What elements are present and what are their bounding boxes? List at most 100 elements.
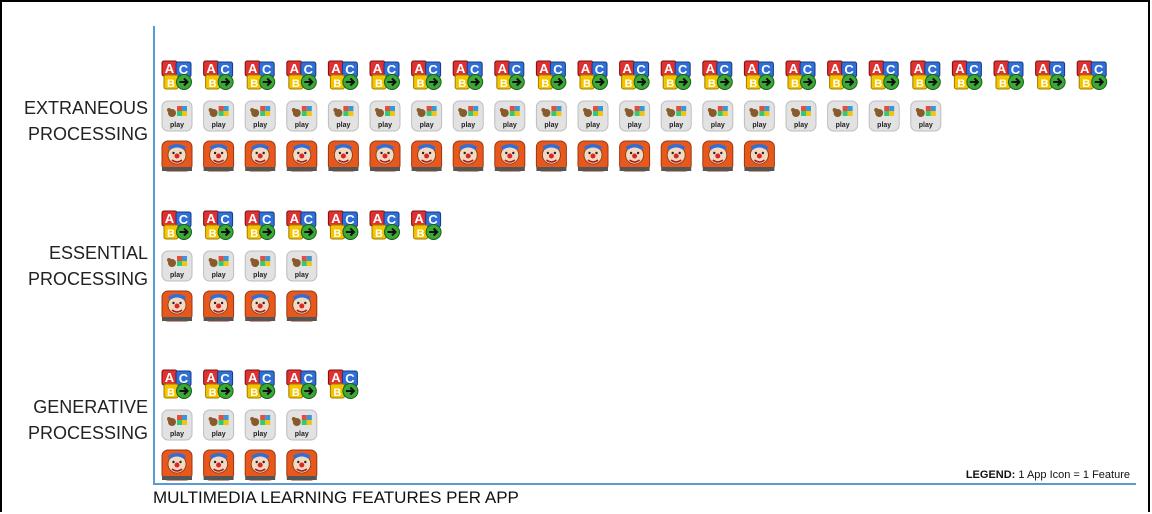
abc-blocks-app-icon: A CB bbox=[577, 60, 608, 90]
abc-blocks-app-icon: A CB bbox=[743, 60, 775, 90]
clown-app-icon bbox=[161, 449, 193, 481]
svg-text:A: A bbox=[747, 61, 757, 76]
clown-app-icon bbox=[286, 290, 318, 322]
svg-text:play: play bbox=[628, 122, 642, 129]
puzzle-play-app-icon: play bbox=[161, 100, 193, 132]
clown-app-icon bbox=[161, 140, 193, 172]
puzzle-play-app-icon: play bbox=[286, 100, 318, 132]
svg-text:B: B bbox=[666, 78, 674, 90]
abc-blocks-app-icon: A CB bbox=[452, 60, 484, 90]
clown-app-icon bbox=[244, 140, 276, 172]
svg-text:B: B bbox=[916, 78, 924, 90]
svg-text:B: B bbox=[708, 78, 716, 90]
svg-text:play: play bbox=[295, 272, 309, 279]
svg-text:A: A bbox=[290, 370, 300, 385]
puzzle-play-app-icon: play bbox=[161, 409, 193, 441]
svg-text:B: B bbox=[833, 78, 841, 90]
svg-text:play: play bbox=[794, 122, 808, 129]
svg-text:A: A bbox=[498, 61, 508, 76]
svg-text:A: A bbox=[331, 211, 341, 226]
svg-text:B: B bbox=[250, 228, 258, 240]
svg-text:B: B bbox=[1041, 78, 1049, 90]
svg-text:A: A bbox=[456, 61, 466, 76]
clown-app-icon bbox=[203, 140, 235, 172]
svg-text:play: play bbox=[295, 431, 309, 438]
svg-text:A: A bbox=[373, 211, 383, 226]
chart-icons: A CBA CBA CBA CBA CBA CBA CBA CBA CBA CBA CBA CBA CBA… bbox=[161, 60, 1108, 481]
svg-text:play: play bbox=[586, 122, 600, 129]
clown-app-icon bbox=[161, 290, 193, 322]
svg-text:A: A bbox=[830, 61, 840, 76]
svg-text:A: A bbox=[248, 61, 258, 76]
abc-blocks-app-icon: A CB bbox=[535, 60, 567, 90]
svg-text:play: play bbox=[836, 122, 850, 129]
svg-text:A: A bbox=[664, 61, 674, 76]
svg-text:B: B bbox=[1082, 78, 1090, 90]
svg-text:play: play bbox=[212, 272, 226, 279]
puzzle-play-app-icon: play bbox=[286, 409, 318, 441]
svg-text:A: A bbox=[914, 61, 924, 76]
svg-text:A: A bbox=[581, 61, 591, 76]
svg-text:play: play bbox=[170, 431, 184, 438]
svg-text:A: A bbox=[414, 61, 424, 76]
svg-text:B: B bbox=[500, 78, 508, 90]
svg-text:A: A bbox=[248, 370, 258, 385]
abc-blocks-app-icon: A CB bbox=[993, 60, 1024, 90]
svg-text:B: B bbox=[209, 228, 217, 240]
svg-text:A: A bbox=[331, 61, 341, 76]
svg-text:play: play bbox=[253, 122, 267, 129]
puzzle-play-app-icon: play bbox=[660, 100, 692, 132]
abc-blocks-app-icon: A CB bbox=[702, 60, 733, 90]
svg-text:B: B bbox=[167, 387, 175, 399]
svg-text:A: A bbox=[206, 211, 216, 226]
abc-blocks-app-icon: A CB bbox=[286, 210, 317, 240]
svg-text:B: B bbox=[625, 78, 633, 90]
puzzle-play-app-icon: play bbox=[286, 250, 318, 282]
svg-text:play: play bbox=[295, 122, 309, 129]
clown-app-icon bbox=[244, 290, 276, 322]
svg-text:play: play bbox=[669, 122, 683, 129]
svg-text:B: B bbox=[209, 78, 217, 90]
puzzle-play-app-icon: play bbox=[203, 100, 235, 132]
abc-blocks-app-icon: A CB bbox=[161, 369, 192, 399]
svg-text:B: B bbox=[583, 78, 591, 90]
clown-app-icon bbox=[660, 140, 692, 172]
svg-text:play: play bbox=[170, 272, 184, 279]
svg-text:B: B bbox=[749, 78, 757, 90]
svg-text:B: B bbox=[957, 78, 965, 90]
svg-text:A: A bbox=[206, 61, 216, 76]
puzzle-play-app-icon: play bbox=[244, 250, 276, 282]
abc-blocks-app-icon: A CB bbox=[244, 369, 276, 399]
abc-blocks-app-icon: A CB bbox=[203, 210, 234, 240]
puzzle-play-app-icon: play bbox=[827, 100, 859, 132]
svg-text:A: A bbox=[414, 211, 424, 226]
svg-text:play: play bbox=[919, 122, 933, 129]
puzzle-play-app-icon: play bbox=[743, 100, 775, 132]
abc-blocks-app-icon: A CB bbox=[910, 60, 941, 90]
clown-app-icon bbox=[203, 449, 235, 481]
svg-text:play: play bbox=[212, 431, 226, 438]
svg-text:B: B bbox=[292, 228, 300, 240]
clown-app-icon bbox=[743, 140, 775, 172]
svg-text:B: B bbox=[375, 78, 383, 90]
abc-blocks-app-icon: A CB bbox=[286, 60, 317, 90]
puzzle-play-app-icon: play bbox=[535, 100, 567, 132]
clown-app-icon bbox=[535, 140, 567, 172]
svg-text:B: B bbox=[250, 78, 258, 90]
clown-app-icon bbox=[494, 140, 526, 172]
abc-blocks-app-icon: A CB bbox=[286, 369, 317, 399]
svg-text:A: A bbox=[248, 211, 258, 226]
svg-text:play: play bbox=[544, 122, 558, 129]
puzzle-play-app-icon: play bbox=[411, 100, 443, 132]
svg-text:play: play bbox=[461, 122, 475, 129]
puzzle-play-app-icon: play bbox=[203, 409, 235, 441]
abc-blocks-app-icon: A CB bbox=[1076, 60, 1108, 90]
abc-blocks-app-icon: A CB bbox=[369, 60, 400, 90]
svg-text:B: B bbox=[167, 228, 175, 240]
svg-text:B: B bbox=[458, 78, 466, 90]
svg-text:A: A bbox=[539, 61, 549, 76]
svg-text:B: B bbox=[375, 228, 383, 240]
abc-blocks-app-icon: A CB bbox=[619, 60, 650, 90]
abc-blocks-app-icon: A CB bbox=[1035, 60, 1066, 90]
puzzle-play-app-icon: play bbox=[868, 100, 900, 132]
